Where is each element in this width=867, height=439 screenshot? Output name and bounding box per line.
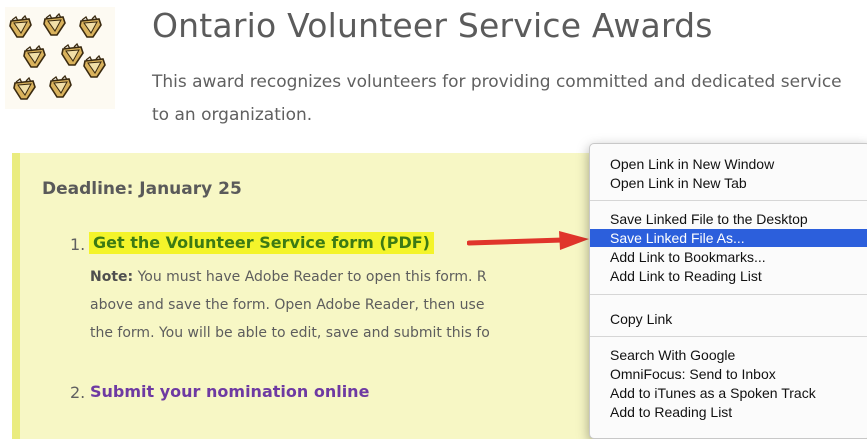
menu-item-save-linked-file-as[interactable]: Save Linked File As... (590, 229, 867, 247)
page-title: Ontario Volunteer Service Awards (152, 6, 713, 45)
menu-item-add-link-bookmarks[interactable]: Add Link to Bookmarks... (590, 248, 867, 266)
step-number: 2. (70, 383, 86, 402)
step-number: 1. (70, 235, 86, 254)
menu-separator (590, 294, 867, 295)
award-logo (5, 7, 115, 109)
award-description: This award recognizes volunteers for pro… (152, 72, 842, 125)
menu-item-omnifocus-send-inbox[interactable]: OmniFocus: Send to Inbox (590, 365, 867, 383)
menu-item-open-link-new-window[interactable]: Open Link in New Window (590, 155, 867, 173)
deadline-heading: Deadline: January 25 (42, 179, 242, 199)
note-line: above and save the form. Open Adobe Read… (90, 297, 485, 313)
red-arrow-icon (467, 231, 589, 250)
menu-item-copy-link[interactable]: Copy Link (590, 310, 867, 328)
note-label: Note: (90, 269, 134, 285)
submit-nomination-link[interactable]: Submit your nomination online (90, 382, 369, 401)
menu-item-open-link-new-tab[interactable]: Open Link in New Tab (590, 174, 867, 192)
menu-item-add-itunes-spoken-track[interactable]: Add to iTunes as a Spoken Track (590, 384, 867, 402)
menu-item-search-google[interactable]: Search With Google (590, 346, 867, 364)
volunteer-form-pdf-link[interactable]: Get the Volunteer Service form (PDF) (89, 232, 434, 254)
menu-item-save-linked-file-desktop[interactable]: Save Linked File to the Desktop (590, 210, 867, 228)
menu-item-add-reading-list[interactable]: Add to Reading List (590, 403, 867, 421)
note-line: You must have Adobe Reader to open this … (133, 269, 487, 285)
menu-item-add-link-reading-list[interactable]: Add Link to Reading List (590, 267, 867, 285)
award-pins-icon (9, 13, 106, 100)
step-note: Note: You must have Adobe Reader to open… (90, 263, 590, 347)
menu-separator (590, 200, 867, 201)
menu-separator (590, 336, 867, 337)
note-line: the form. You will be able to edit, save… (90, 325, 490, 341)
context-menu: Open Link in New Window Open Link in New… (589, 143, 867, 439)
